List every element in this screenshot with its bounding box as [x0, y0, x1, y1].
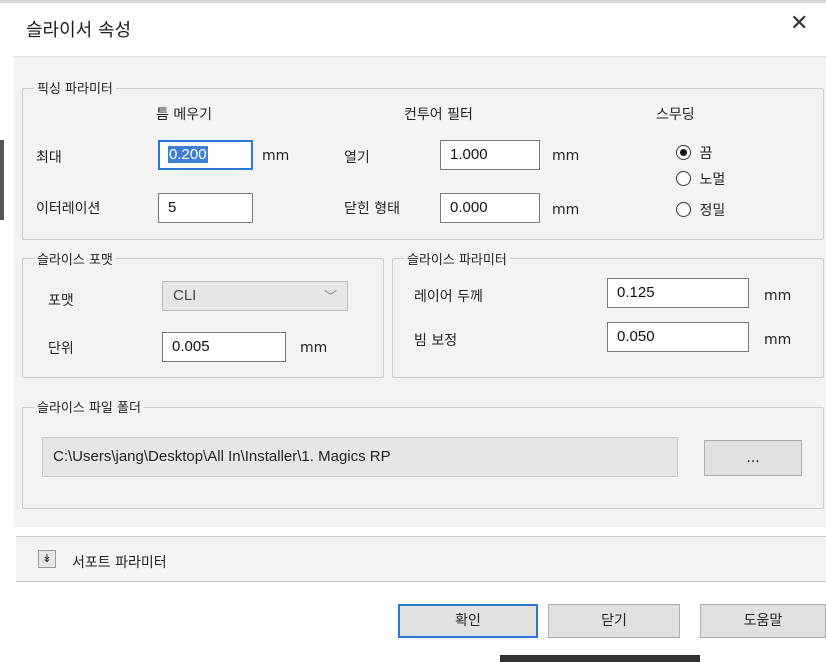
slice-params-legend: 슬라이스 파라미터	[404, 249, 510, 268]
format-select-value: CLI	[173, 287, 197, 304]
beam-compensation-label: 빔 보정	[414, 333, 458, 349]
contour-filter-header: 컨투어 필터	[404, 107, 473, 123]
format-label: 포맷	[48, 293, 74, 309]
browse-button[interactable]: ...	[704, 440, 802, 476]
radio-selected-icon	[676, 145, 691, 160]
slice-params-group	[392, 258, 824, 378]
unit-mm: mm	[300, 340, 328, 356]
max-unit: mm	[262, 148, 290, 164]
smoothing-option-precise[interactable]: 정밀	[676, 202, 725, 222]
beam-compensation-input[interactable]: 0.050	[607, 322, 749, 352]
max-label: 최대	[36, 150, 62, 166]
beam-compensation-unit: mm	[764, 332, 792, 348]
layer-thickness-input[interactable]: 0.125	[607, 278, 749, 308]
radio-unselected-icon	[676, 202, 691, 217]
slice-folder-path[interactable]: C:\Users\jang\Desktop\All In\Installer\1…	[42, 437, 678, 477]
support-params-label: 서포트 파라미터	[72, 555, 167, 571]
help-button[interactable]: 도움말	[700, 604, 826, 638]
smoothing-option-normal[interactable]: 노멀	[676, 171, 725, 191]
unit-label: 단위	[48, 341, 74, 357]
open-unit: mm	[552, 148, 580, 164]
gap-fill-header: 틈 메우기	[156, 107, 212, 123]
open-input[interactable]: 1.000	[440, 140, 540, 170]
close-icon[interactable]: ✕	[790, 12, 808, 36]
chevron-double-down-icon[interactable]: ↡	[38, 550, 56, 568]
layer-thickness-unit: mm	[764, 288, 792, 304]
closed-form-label: 닫힌 형태	[344, 201, 400, 217]
max-value: 0.200	[168, 146, 208, 163]
unit-input[interactable]: 0.005	[162, 332, 286, 362]
window-top-edge	[0, 0, 826, 3]
radio-unselected-icon	[676, 171, 691, 186]
slice-format-legend: 슬라이스 포맷	[34, 249, 116, 268]
smoothing-precise-label: 정밀	[699, 203, 726, 219]
dialog-title: 슬라이서 속성	[26, 20, 132, 41]
window-left-edge	[0, 140, 4, 220]
smoothing-normal-label: 노멀	[699, 172, 726, 188]
layer-thickness-label: 레이어 두께	[414, 289, 483, 305]
format-select[interactable]: CLI ﹀	[162, 281, 348, 311]
smoothing-header: 스무딩	[656, 107, 695, 123]
iteration-label: 이터레이션	[36, 201, 101, 217]
pixing-legend: 픽싱 파라미터	[34, 78, 116, 97]
iteration-input[interactable]: 5	[158, 193, 253, 223]
slice-folder-legend: 슬라이스 파일 폴더	[34, 397, 144, 416]
smoothing-option-off[interactable]: 끔	[676, 145, 712, 165]
closed-form-unit: mm	[552, 202, 580, 218]
taskbar-edge	[500, 655, 700, 662]
open-label: 열기	[344, 150, 370, 166]
smoothing-off-label: 끔	[699, 146, 713, 162]
close-button[interactable]: 닫기	[548, 604, 680, 638]
chevron-down-icon: ﹀	[323, 289, 337, 304]
ok-button[interactable]: 확인	[398, 604, 538, 638]
closed-form-input[interactable]: 0.000	[440, 193, 540, 223]
max-input[interactable]: 0.200	[158, 140, 253, 170]
